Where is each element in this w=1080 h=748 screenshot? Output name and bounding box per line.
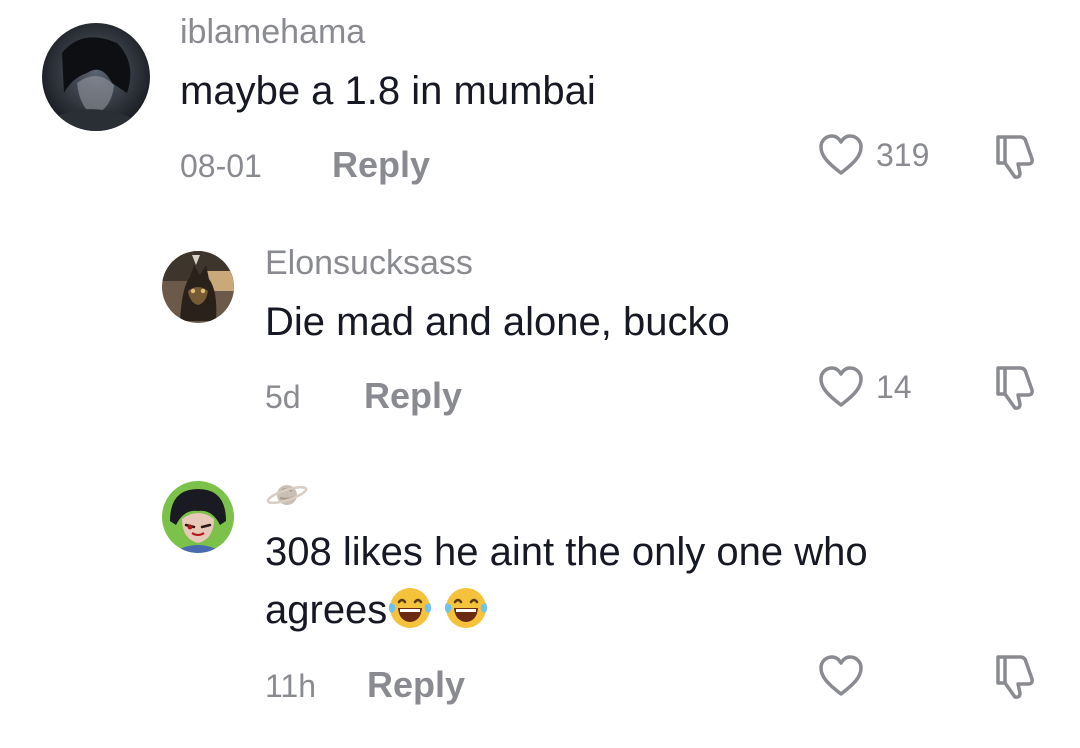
comment-username[interactable]: iblamehama xyxy=(180,12,365,52)
reply-button[interactable]: Reply xyxy=(367,665,465,705)
thumbs-down-icon xyxy=(996,135,1034,179)
laughing-crying-emoji-icon xyxy=(443,585,489,631)
avatar[interactable] xyxy=(42,23,150,131)
laughing-crying-emoji-icon xyxy=(387,585,433,631)
anime-character-avatar-icon xyxy=(162,481,234,553)
comment-timestamp: 11h xyxy=(265,668,317,704)
heart-icon xyxy=(819,134,863,175)
reply-button[interactable]: Reply xyxy=(332,145,430,185)
dislike-button[interactable] xyxy=(990,131,1040,181)
like-count: 319 xyxy=(876,137,930,173)
heart-icon xyxy=(819,655,863,696)
comment-text-line-2-words: agrees xyxy=(265,588,388,632)
dark-anime-avatar-icon xyxy=(42,23,150,131)
comment-text: maybe a 1.8 in mumbai xyxy=(180,69,596,113)
dislike-button[interactable] xyxy=(990,651,1040,701)
comment-text: Die mad and alone, bucko xyxy=(265,300,730,344)
like-count: 14 xyxy=(876,369,912,405)
reply-button[interactable]: Reply xyxy=(364,376,462,416)
avatar[interactable] xyxy=(162,481,234,553)
thumbs-down-icon xyxy=(996,655,1034,699)
like-button[interactable]: 14 xyxy=(818,361,912,413)
comment-timestamp: 08-01 xyxy=(180,148,262,184)
like-button[interactable]: 319 xyxy=(818,129,929,181)
comment-text-line-1: 308 likes he aint the only one who xyxy=(265,530,868,574)
heart-icon xyxy=(819,366,863,407)
avatar[interactable] xyxy=(162,251,234,323)
like-button[interactable] xyxy=(818,650,864,702)
comment-text-line-2: agrees xyxy=(265,584,489,636)
comment-timestamp: 5d xyxy=(265,379,301,415)
cat-avatar-icon xyxy=(162,251,234,323)
thumbs-down-icon xyxy=(996,366,1034,410)
comment-username[interactable]: Elonsucksass xyxy=(265,243,473,283)
dislike-button[interactable] xyxy=(990,362,1040,412)
ringed-planet-emoji-icon[interactable] xyxy=(265,480,309,510)
